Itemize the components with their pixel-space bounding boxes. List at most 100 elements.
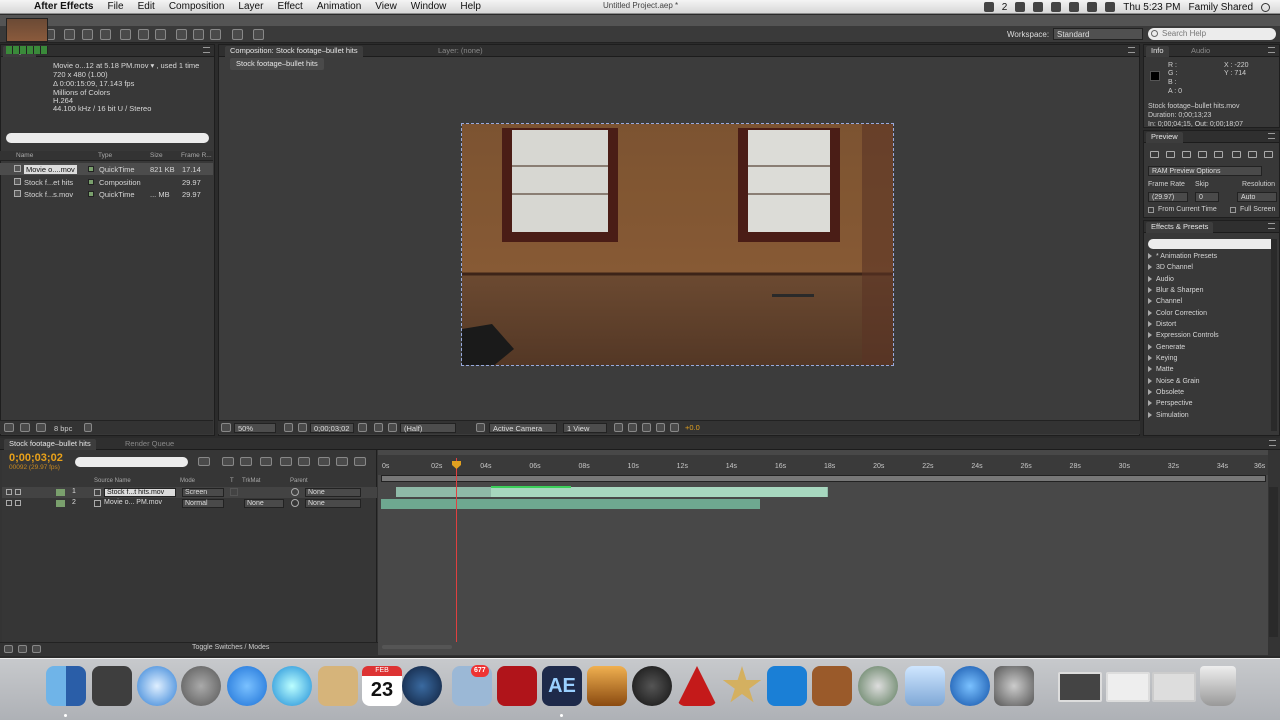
panel-menu-icon[interactable]: [1268, 47, 1275, 53]
ram-preview-options-select[interactable]: RAM Preview Options: [1148, 166, 1262, 176]
label-color-swatch[interactable]: [88, 166, 94, 172]
parent-select[interactable]: None: [305, 488, 361, 497]
skip-select[interactable]: 0: [1195, 192, 1219, 202]
effects-scrollbar[interactable]: [1271, 239, 1277, 431]
layer-label-swatch[interactable]: [56, 500, 65, 507]
launchpad-icon[interactable]: [181, 666, 221, 706]
work-area-bar[interactable]: [381, 475, 1266, 482]
effects-category[interactable]: Perspective: [1148, 400, 1193, 407]
current-time-field[interactable]: 0;00;03;02: [310, 423, 354, 433]
time-ruler[interactable]: 0s 02s 04s 06s 08s 10s 12s 14s 16s 18s 20s 22s 24s 26…: [378, 455, 1268, 475]
cleanup-app-icon[interactable]: [92, 666, 132, 706]
trkmat-select[interactable]: None: [244, 499, 284, 508]
effects-category[interactable]: Obsolete: [1148, 389, 1184, 396]
col-frame-rate[interactable]: Frame R...: [181, 152, 212, 159]
new-composition-icon[interactable]: [36, 423, 46, 432]
toggle-switches-modes-button[interactable]: Toggle Switches / Modes: [192, 644, 269, 651]
clock[interactable]: Thu 5:23 PM: [1123, 2, 1180, 13]
effects-category[interactable]: Channel: [1148, 298, 1182, 305]
pen-tool-icon[interactable]: [138, 29, 149, 40]
live-update-icon[interactable]: [222, 457, 234, 466]
resolution-select[interactable]: Auto: [1237, 192, 1277, 202]
tab-layer[interactable]: Layer: (none): [433, 46, 488, 57]
col-type[interactable]: Type: [98, 152, 112, 159]
label-color-swatch[interactable]: [88, 179, 94, 185]
workspace-select[interactable]: Standard: [1053, 28, 1143, 40]
effects-category[interactable]: Blur & Sharpen: [1148, 287, 1203, 294]
internet-connect-icon[interactable]: [950, 666, 990, 706]
timeline-scrollbar[interactable]: [1269, 487, 1278, 637]
tab-audio[interactable]: Audio: [1186, 46, 1215, 57]
roto-brush-tool-icon[interactable]: [232, 29, 243, 40]
safari-icon[interactable]: [137, 666, 177, 706]
resolution-select[interactable]: (Half): [400, 423, 456, 433]
ram-preview-icon[interactable]: [1264, 151, 1273, 158]
after-effects-icon[interactable]: AE: [542, 666, 582, 706]
menu-edit[interactable]: Edit: [138, 1, 155, 12]
quicktime-icon[interactable]: [402, 666, 442, 706]
layer-name[interactable]: Movie o... PM.mov: [104, 499, 162, 506]
battery-icon[interactable]: [1105, 2, 1116, 12]
loop-icon[interactable]: [1248, 151, 1257, 158]
panel-menu-icon[interactable]: [1268, 133, 1275, 139]
col-name[interactable]: Name: [16, 152, 33, 159]
menu-animation[interactable]: Animation: [317, 1, 361, 12]
from-current-checkbox[interactable]: [1148, 207, 1154, 213]
itunes-icon[interactable]: [272, 666, 312, 706]
layer-row[interactable]: 1 Stock f...t hits.mov Screen None: [2, 487, 377, 498]
layer-name[interactable]: Stock f...t hits.mov: [104, 488, 176, 497]
timeline-current-time[interactable]: 0;00;03;02: [9, 452, 63, 464]
sync-icon[interactable]: [1015, 2, 1026, 12]
tab-composition[interactable]: Composition: Stock footage–bullet hits: [225, 46, 363, 57]
audio-icon[interactable]: [15, 489, 21, 495]
panel-menu-icon[interactable]: [1269, 440, 1276, 446]
system-preferences-icon[interactable]: [994, 666, 1034, 706]
show-snapshot-icon[interactable]: [374, 423, 383, 432]
finder-icon[interactable]: [46, 666, 86, 706]
tab-effects-presets[interactable]: Effects & Presets: [1146, 222, 1214, 233]
blend-mode-select[interactable]: Normal: [182, 499, 224, 508]
panel-menu-icon[interactable]: [203, 47, 210, 53]
app-store-icon[interactable]: [227, 666, 267, 706]
panel-menu-icon[interactable]: [1128, 47, 1135, 53]
effects-category[interactable]: Noise & Grain: [1148, 378, 1200, 385]
col-parent[interactable]: Parent: [290, 478, 308, 484]
in-out-panes-icon[interactable]: [32, 645, 41, 653]
tab-render-queue[interactable]: Render Queue: [120, 439, 179, 450]
trash-icon[interactable]: [84, 423, 92, 432]
dvd-player-icon[interactable]: [632, 666, 672, 706]
effects-category[interactable]: Audio: [1148, 276, 1174, 283]
pick-whip-icon[interactable]: [291, 499, 299, 507]
zoom-slider[interactable]: [382, 645, 452, 649]
label-color-swatch[interactable]: [88, 191, 94, 197]
menu-effect[interactable]: Effect: [277, 1, 302, 12]
effects-category[interactable]: Matte: [1148, 366, 1174, 373]
photo-booth-icon[interactable]: [497, 666, 537, 706]
exposure-icon[interactable]: [670, 423, 679, 432]
minimized-window-icon[interactable]: [1106, 672, 1150, 702]
camera-tool-icon[interactable]: [82, 29, 93, 40]
time-machine-icon[interactable]: [1033, 2, 1044, 12]
exposure-value[interactable]: +0.0: [682, 423, 703, 433]
effects-category[interactable]: Distort: [1148, 321, 1176, 328]
puppet-tool-icon[interactable]: [253, 29, 264, 40]
word-icon[interactable]: [767, 666, 807, 706]
menu-layer[interactable]: Layer: [238, 1, 263, 12]
iphoto-icon[interactable]: [587, 666, 627, 706]
composition-viewer[interactable]: [461, 123, 894, 366]
draft-3d-icon[interactable]: [240, 457, 252, 466]
col-source-name[interactable]: Source Name: [94, 478, 131, 484]
zoom-select[interactable]: 50%: [234, 423, 276, 433]
garageband-icon[interactable]: [812, 666, 852, 706]
project-item[interactable]: Stock f...s.mov QuickTime ... MB 29.97: [0, 188, 213, 200]
frame-blending-icon[interactable]: [280, 457, 292, 466]
project-item[interactable]: Movie o....mov QuickTime 821 KB 17.14: [0, 163, 213, 175]
mask-visibility-icon[interactable]: [298, 423, 307, 432]
preserve-transparency-checkbox[interactable]: [230, 488, 238, 496]
composition-mini-flowchart-icon[interactable]: [198, 457, 210, 466]
last-frame-icon[interactable]: [1214, 151, 1223, 158]
flowchart-icon[interactable]: [656, 423, 665, 432]
motion-blur-icon[interactable]: [298, 457, 310, 466]
project-item[interactable]: Stock f...et hits Composition 29.97: [0, 176, 213, 188]
snapshot-icon[interactable]: [358, 423, 367, 432]
